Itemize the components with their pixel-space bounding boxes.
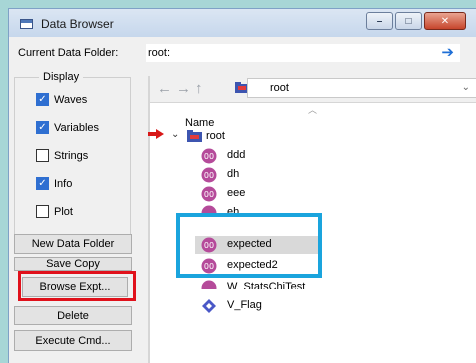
go-arrow-icon[interactable]: ➔: [441, 45, 454, 61]
checkmark-icon: ✓: [36, 177, 49, 190]
window-title: Data Browser: [41, 17, 114, 31]
save-copy-label: Save Copy: [46, 258, 100, 270]
folder-path-dropdown[interactable]: root ⌄: [247, 78, 476, 98]
tree-item-label: ddd: [227, 149, 246, 161]
tree-item-v-flag[interactable]: V_Flag: [150, 297, 476, 315]
data-folder-icon: [187, 130, 202, 142]
wave-icon: 00: [201, 186, 217, 202]
checkmark-icon: ✓: [36, 93, 49, 106]
save-copy-button[interactable]: Save Copy: [14, 257, 132, 271]
data-browser-window: Data Browser – □ ✕ Current Data Folder: …: [8, 8, 476, 363]
svg-text:00: 00: [204, 171, 214, 180]
highlight-box-blue: [176, 213, 322, 278]
checkbox-box: [36, 149, 49, 162]
display-group: Display ✓ Waves ✓ Variables Strings ✓ In…: [14, 71, 131, 238]
tree-item-ddd[interactable]: 00 ddd: [150, 147, 476, 165]
info-label: Info: [54, 177, 73, 190]
current-data-folder-row: Current Data Folder: root: ➔: [9, 42, 476, 64]
tree-item-dh[interactable]: 00 dh: [150, 166, 476, 184]
close-button[interactable]: ✕: [424, 12, 466, 30]
info-checkbox[interactable]: ✓ Info: [36, 177, 72, 190]
wave-icon: 00: [201, 167, 217, 183]
variables-label: Variables: [54, 121, 100, 134]
chevron-down-icon: ⌄: [461, 82, 470, 93]
wave-icon: 00: [201, 148, 217, 164]
waves-checkbox[interactable]: ✓ Waves: [36, 93, 87, 106]
strings-label: Strings: [54, 149, 89, 162]
variables-checkbox[interactable]: ✓ Variables: [36, 121, 99, 134]
root-folder-label: root: [206, 130, 225, 142]
wave-icon: [201, 280, 217, 289]
highlight-box-red: [18, 271, 136, 301]
tree-item-label: eee: [227, 187, 246, 199]
tree-item-eee[interactable]: 00 eee: [150, 185, 476, 203]
delete-button[interactable]: Delete: [14, 306, 132, 325]
strings-checkbox[interactable]: Strings: [36, 149, 88, 162]
tree-item-label: dh: [227, 168, 240, 180]
waves-label: Waves: [54, 93, 88, 106]
current-data-folder-field[interactable]: root: ➔: [146, 44, 460, 62]
tree-item-label: W_StatsChiTest: [227, 281, 306, 289]
chevron-down-icon[interactable]: ⌄: [171, 129, 179, 140]
current-data-folder-label: Current Data Folder:: [18, 47, 119, 59]
checkmark-icon: ✓: [36, 121, 49, 134]
execute-cmd-button[interactable]: Execute Cmd...: [14, 330, 132, 351]
sort-caret-icon[interactable]: ︿: [308, 103, 317, 116]
new-data-folder-button[interactable]: New Data Folder: [14, 234, 132, 254]
title-bar[interactable]: Data Browser – □ ✕: [9, 9, 476, 37]
svg-text:00: 00: [204, 152, 214, 161]
checkbox-box: [36, 205, 49, 218]
variable-icon: [202, 299, 216, 313]
folder-path-value: root: [270, 82, 289, 94]
minimize-button[interactable]: –: [366, 12, 393, 30]
tree-item-w-statschitest[interactable]: W_StatsChiTest: [150, 279, 476, 289]
tree-item-label: V_Flag: [227, 299, 262, 311]
plot-label: Plot: [54, 205, 73, 218]
tree-root-row[interactable]: ⌄ root: [148, 128, 476, 146]
maximize-button[interactable]: □: [395, 12, 422, 30]
svg-text:00: 00: [204, 190, 214, 199]
navigation-bar: ←→↑ root ⌄: [150, 76, 476, 102]
plot-checkbox[interactable]: Plot: [36, 205, 73, 218]
current-folder-arrow-icon: [148, 129, 164, 139]
window-controls: – □ ✕: [364, 12, 466, 30]
display-legend: Display: [39, 71, 84, 83]
window-icon: [20, 19, 33, 29]
back-forward-up-icons[interactable]: ←→↑: [157, 80, 207, 97]
current-data-folder-value: root:: [148, 47, 171, 59]
